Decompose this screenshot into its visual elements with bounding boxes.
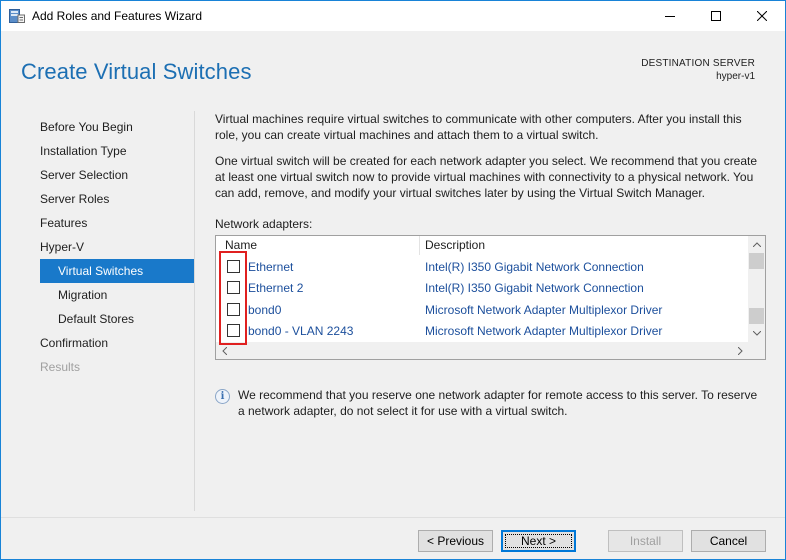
adapter-checkbox[interactable] [227, 303, 240, 316]
scroll-up-icon[interactable] [748, 236, 765, 253]
column-header-name[interactable]: Name [225, 238, 257, 252]
nav-item-default-stores[interactable]: Default Stores [40, 307, 194, 331]
table-row[interactable]: bond0 Microsoft Network Adapter Multiple… [216, 300, 749, 321]
nav-item-features[interactable]: Features [40, 211, 194, 235]
info-text: We recommend that you reserve one networ… [238, 388, 758, 418]
adapter-checkbox[interactable] [227, 260, 240, 273]
wizard-window: Add Roles and Features Wizard Create Vir… [0, 0, 786, 560]
adapter-description: Intel(R) I350 Gigabit Network Connection [425, 260, 644, 274]
scroll-left-icon[interactable] [216, 342, 233, 359]
wizard-body: Before You Begin Installation Type Serve… [1, 99, 785, 517]
adapter-name: Ethernet 2 [248, 281, 304, 295]
nav-item-migration[interactable]: Migration [40, 283, 194, 307]
adapter-name: bond0 [248, 303, 282, 317]
table-row[interactable]: Ethernet 2 Intel(R) I350 Gigabit Network… [216, 278, 749, 299]
cancel-button[interactable]: Cancel [691, 530, 766, 552]
content-pane: Virtual machines require virtual switche… [215, 111, 766, 418]
adapter-checkbox[interactable] [227, 324, 240, 337]
adapter-description: Microsoft Network Adapter Multiplexor Dr… [425, 303, 663, 317]
install-button: Install [608, 530, 683, 552]
destination-server-label: DESTINATION SERVER [641, 58, 755, 69]
nav-item-before-you-begin[interactable]: Before You Begin [40, 115, 194, 139]
network-adapters-label: Network adapters: [215, 217, 313, 231]
horizontal-scrollbar[interactable] [216, 342, 749, 359]
maximize-button[interactable] [693, 1, 739, 31]
adapter-description: Microsoft Network Adapter Multiplexor Dr… [425, 324, 663, 338]
title-bar[interactable]: Add Roles and Features Wizard [1, 1, 785, 31]
nav-item-virtual-switches[interactable]: Virtual Switches [40, 259, 194, 283]
focus-rectangle [505, 534, 572, 548]
nav-item-server-selection[interactable]: Server Selection [40, 163, 194, 187]
page-title: Create Virtual Switches [21, 59, 252, 84]
server-manager-icon [9, 9, 25, 23]
instructions-paragraph: One virtual switch will be created for e… [215, 154, 758, 200]
scrollbar-thumb[interactable] [749, 308, 764, 324]
column-header-description[interactable]: Description [425, 238, 485, 252]
list-header: Name Description [216, 236, 749, 255]
minimize-button[interactable] [647, 1, 693, 31]
destination-server-name: hyper-v1 [716, 71, 755, 82]
intro-paragraph: Virtual machines require virtual switche… [215, 112, 742, 142]
adapter-description: Intel(R) I350 Gigabit Network Connection [425, 281, 644, 295]
wizard-footer: < Previous Next > Install Cancel [1, 517, 785, 559]
previous-button[interactable]: < Previous [418, 530, 493, 552]
wizard-navigation: Before You Begin Installation Type Serve… [40, 115, 194, 379]
adapter-checkbox[interactable] [227, 281, 240, 294]
adapter-name: bond0 - VLAN 2243 [248, 324, 354, 338]
column-separator[interactable] [419, 236, 420, 255]
vertical-scrollbar[interactable] [748, 236, 765, 342]
info-icon: i [215, 389, 230, 404]
table-row[interactable]: bond0 - VLAN 2243 Microsoft Network Adap… [216, 321, 749, 342]
nav-item-confirmation[interactable]: Confirmation [40, 331, 194, 355]
scroll-down-icon[interactable] [748, 325, 765, 342]
window-title: Add Roles and Features Wizard [32, 9, 203, 23]
maximize-icon [711, 11, 721, 21]
scrollbar-corner [748, 342, 765, 359]
network-adapters-list[interactable]: Name Description Ethernet Intel(R) I350 … [215, 235, 766, 360]
close-button[interactable] [739, 1, 785, 31]
nav-item-hyper-v[interactable]: Hyper-V [40, 235, 194, 259]
next-button[interactable]: Next > [501, 530, 576, 552]
table-row[interactable]: Ethernet Intel(R) I350 Gigabit Network C… [216, 257, 749, 278]
nav-item-results: Results [40, 360, 81, 374]
nav-divider [194, 111, 195, 511]
minimize-icon [665, 16, 675, 17]
nav-item-installation-type[interactable]: Installation Type [40, 139, 194, 163]
close-icon [757, 11, 767, 21]
adapter-name: Ethernet [248, 260, 294, 274]
nav-item-server-roles[interactable]: Server Roles [40, 187, 194, 211]
scrollbar-thumb[interactable] [749, 253, 764, 269]
scroll-right-icon[interactable] [732, 342, 749, 359]
wizard-header: Create Virtual Switches DESTINATION SERV… [1, 31, 785, 99]
